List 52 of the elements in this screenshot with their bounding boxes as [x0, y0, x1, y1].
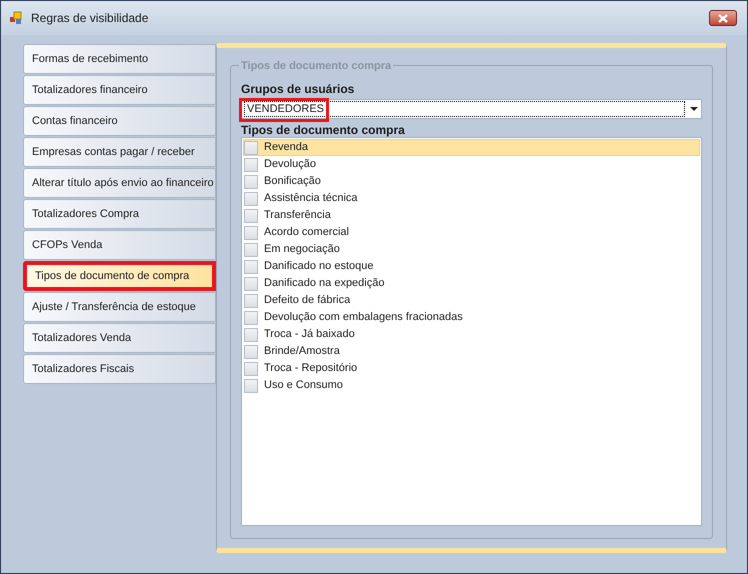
nav-tab[interactable]: CFOPs Venda	[23, 230, 216, 260]
list-item-label: Danificado na expedição	[264, 276, 384, 292]
list-item-label: Brinde/Amostra	[264, 344, 340, 360]
nav-tab[interactable]: Totalizadores Compra	[23, 199, 216, 229]
list-item-label: Troca - Já baixado	[264, 327, 355, 342]
list-item-label: Em negociação	[264, 242, 340, 258]
list-item-label: Revenda	[264, 140, 308, 156]
list-item-label: Assistência técnica	[264, 191, 358, 206]
close-button[interactable]	[709, 10, 737, 26]
checkbox[interactable]	[244, 260, 258, 274]
nav-tab[interactable]: Contas financeiro	[23, 106, 216, 136]
list-item-label: Devolução	[264, 157, 316, 172]
user-group-dropdown[interactable]: VENDEDORES	[241, 99, 702, 119]
checkbox[interactable]	[244, 328, 258, 342]
checkbox[interactable]	[244, 226, 258, 240]
list-item-label: Danificado no estoque	[264, 259, 374, 274]
checkbox[interactable]	[244, 276, 258, 290]
nav-tab[interactable]: Ajuste / Transferência de estoque	[23, 292, 216, 322]
nav-tab[interactable]: Empresas contas pagar / receber	[23, 137, 216, 167]
checkbox[interactable]	[244, 310, 258, 324]
nav-tab[interactable]: Tipos de documento de compra	[23, 261, 216, 291]
field-label: Grupos de usuários	[241, 82, 356, 96]
window-title: Regras de visibilidade	[31, 10, 148, 27]
nav-tab[interactable]: Totalizadores Venda	[23, 323, 216, 353]
checkbox[interactable]	[244, 140, 258, 154]
field-label: Tipos de documento compra	[241, 123, 406, 137]
checkbox[interactable]	[244, 294, 258, 308]
dropdown-value: VENDEDORES	[247, 102, 324, 117]
list-item-label: Acordo comercial	[264, 225, 349, 240]
list-item-label: Transferência	[264, 208, 331, 224]
checkbox[interactable]	[244, 378, 258, 392]
nav-tab[interactable]: Alterar título após envio ao financeiro	[23, 168, 216, 198]
checkbox[interactable]	[244, 174, 258, 188]
app-icon	[9, 11, 23, 25]
list-item-label: Troca - Repositório	[264, 361, 358, 376]
checkbox[interactable]	[244, 208, 258, 222]
list-item-label: Uso e Consumo	[264, 378, 343, 394]
checkbox[interactable]	[244, 158, 258, 172]
checkbox[interactable]	[244, 362, 258, 376]
list-item-label: Defeito de fábrica	[264, 293, 350, 308]
nav-tab[interactable]: Formas de recebimento	[23, 44, 216, 74]
caret-icon	[690, 107, 698, 111]
list-item-label: Bonificação	[264, 174, 321, 190]
checkbox[interactable]	[244, 344, 258, 358]
nav-tab[interactable]: Totalizadores financeiro	[23, 75, 216, 105]
checkbox[interactable]	[244, 192, 258, 206]
list-row-highlight[interactable]: Revenda	[243, 139, 700, 156]
list-item-label: Devolução com embalagens fracionadas	[264, 310, 463, 326]
close-icon	[717, 14, 729, 22]
group-title: Tipos de documento compra	[239, 58, 394, 74]
checkbox[interactable]	[244, 242, 258, 256]
nav-tab[interactable]: Totalizadores Fiscais	[23, 354, 216, 384]
